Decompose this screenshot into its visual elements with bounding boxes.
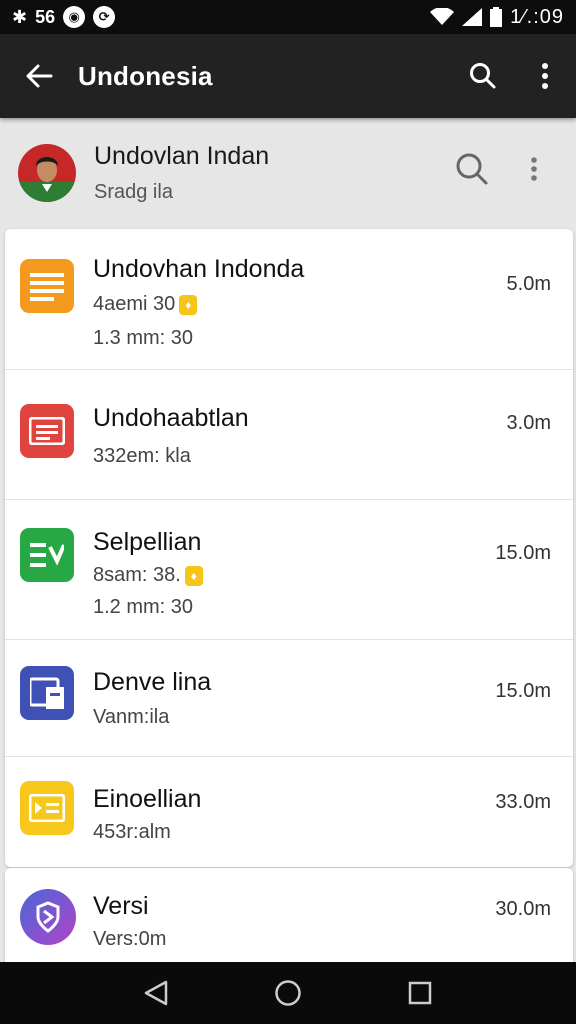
- profile-name: Undovlan Indan: [94, 142, 270, 170]
- profile-header[interactable]: Undovlan Indan Sradg ila: [0, 118, 576, 228]
- app-detail-text: Vanm:ila: [93, 706, 170, 728]
- sync-icon: ⟳: [93, 6, 116, 28]
- app-detail-text: 453r:alm: [93, 821, 171, 843]
- app-name: Denve lina: [93, 668, 212, 696]
- status-left: ✱ 56 ◉ ⟳: [12, 6, 116, 28]
- app-bar-actions: [452, 34, 576, 118]
- list-item[interactable]: Denve lina Vanm:ila 15.0m: [5, 640, 573, 756]
- search-icon: [456, 153, 488, 185]
- list-item[interactable]: Selpellian 8sam: 38. ♦ 1.2 mm: 30 15.0m: [5, 500, 573, 639]
- more-vert-icon: [542, 63, 548, 89]
- status-left-text: 56: [35, 6, 56, 27]
- app-detail-text: 332em: kla: [93, 445, 191, 467]
- list-item[interactable]: Undohaabtlan 332em: kla 3.0m: [5, 370, 573, 499]
- book-icon: [20, 666, 74, 720]
- status-bar: ✱ 56 ◉ ⟳ 1⁄.:09: [0, 0, 576, 34]
- wifi-icon: [430, 8, 455, 25]
- avatar: [18, 144, 76, 202]
- arrow-back-icon: [26, 64, 53, 88]
- square-recents-icon: [408, 981, 432, 1005]
- app-name: Versi: [93, 892, 149, 920]
- app-detail: 4aemi 30 ♦: [93, 293, 198, 316]
- more-options-button[interactable]: [514, 34, 576, 118]
- app-name: Einoellian: [93, 785, 202, 813]
- app-detail-text: Vers:0m: [93, 928, 167, 950]
- list-icon: [20, 259, 74, 313]
- app-detail: Vers:0m: [93, 928, 166, 951]
- triangle-back-icon: [144, 980, 168, 1006]
- app-detail: 332em: kla: [93, 445, 191, 468]
- signal-icon: [462, 8, 483, 26]
- app-name: Selpellian: [93, 528, 202, 556]
- nav-home-button[interactable]: [258, 962, 318, 1024]
- clock: 1⁄.:09: [510, 5, 564, 28]
- app-detail-text: 4aemi 30: [93, 293, 176, 315]
- navigation-bar: [0, 962, 576, 1024]
- card-icon: [20, 781, 74, 835]
- app-size: 5.0m: [506, 273, 551, 295]
- badge-icon: ♦: [179, 294, 198, 315]
- app-detail-secondary: 1.2 mm: 30: [93, 596, 194, 618]
- status-right: 1⁄.:09: [430, 6, 564, 29]
- badge-icon: ♦: [184, 565, 203, 586]
- page-title: Undonesia: [78, 60, 213, 91]
- back-button[interactable]: [0, 34, 78, 118]
- document-icon: [20, 404, 74, 458]
- list-item[interactable]: Undovhan Indonda 4aemi 30 ♦ 1.3 mm: 30 5…: [5, 229, 573, 369]
- app-detail: 8sam: 38. ♦: [93, 564, 203, 587]
- camera-icon: ◉: [63, 6, 86, 28]
- nav-back-button[interactable]: [126, 962, 186, 1024]
- search-button[interactable]: [452, 34, 514, 118]
- more-vert-icon: [531, 157, 537, 181]
- profile-info: Undovlan Indan Sradg ila: [94, 142, 269, 204]
- app-bar: Undonesia: [0, 34, 576, 118]
- app-size: 15.0m: [495, 542, 551, 564]
- app-size: 33.0m: [495, 791, 551, 813]
- app-detail: 453r:alm: [93, 821, 171, 844]
- app-size: 3.0m: [506, 412, 551, 434]
- shield-icon: [20, 889, 76, 945]
- app-list-card: Undovhan Indonda 4aemi 30 ♦ 1.3 mm: 30 5…: [5, 229, 573, 867]
- profile-more-button[interactable]: [530, 156, 538, 187]
- app-size: 15.0m: [495, 680, 551, 702]
- app-detail-secondary: 1.3 mm: 30: [93, 327, 194, 349]
- app-size: 30.0m: [495, 898, 551, 920]
- circle-home-icon: [275, 980, 301, 1006]
- search-icon: [470, 63, 496, 89]
- bluetooth-icon: ✱: [12, 6, 28, 27]
- app-detail: Vanm:ila: [93, 706, 169, 729]
- list-item[interactable]: Einoellian 453r:alm 33.0m: [5, 757, 573, 867]
- sheet-icon: [20, 528, 74, 582]
- profile-subtitle: Sradg ila: [94, 181, 173, 203]
- app-name: Undohaabtlan: [93, 404, 249, 432]
- nav-recents-button[interactable]: [390, 962, 450, 1024]
- battery-icon: [490, 7, 503, 27]
- profile-search-button[interactable]: [455, 152, 489, 191]
- app-detail-text: 8sam: 38.: [93, 564, 181, 586]
- app-name: Undovhan Indonda: [93, 255, 305, 283]
